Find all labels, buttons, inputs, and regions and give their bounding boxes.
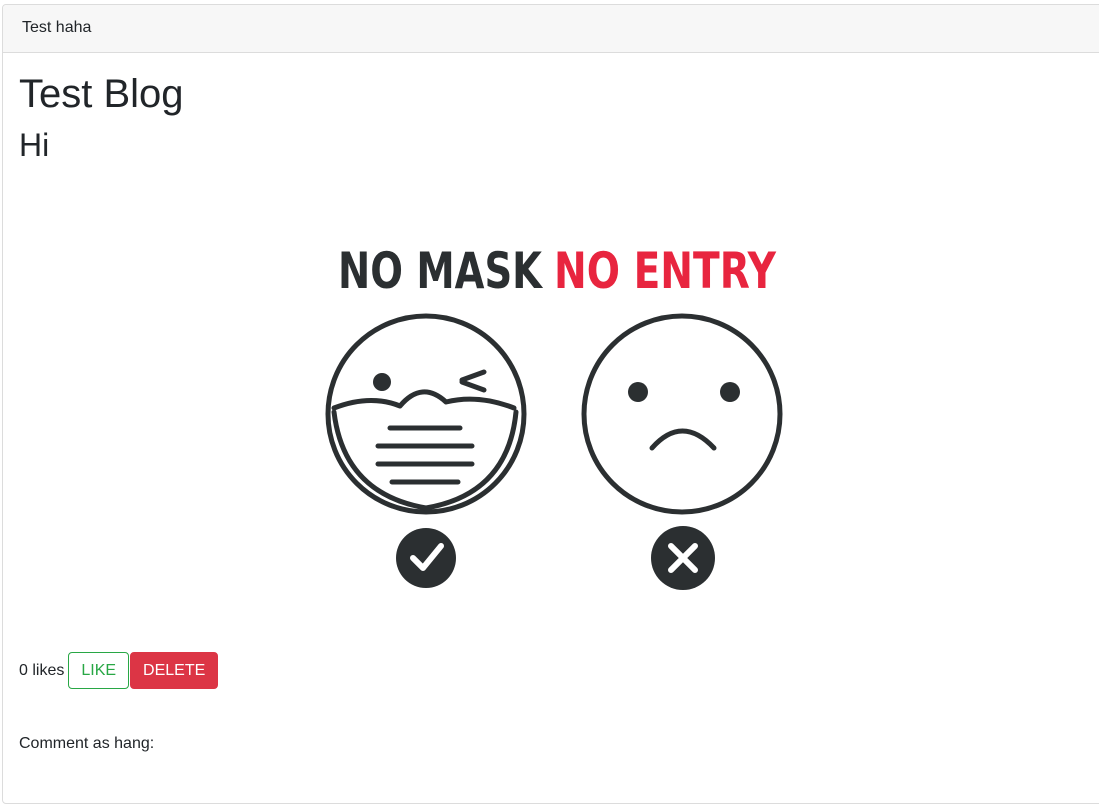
cross-icon [651, 526, 715, 590]
masked-winking-face-icon [325, 313, 527, 515]
checkmark-icon [396, 528, 456, 588]
header-title: Test haha [22, 19, 92, 36]
post-image: NO MASK NO ENTRY [318, 232, 798, 602]
sad-face-icon [581, 313, 783, 515]
like-button[interactable]: LIKE [68, 652, 130, 689]
likes-count: 0 likes [19, 661, 65, 679]
comment-label: Comment as hang: [19, 735, 155, 752]
blog-body: Hi [19, 127, 50, 163]
poster-headline-left: NO MASK [338, 242, 544, 300]
likes-row: 0 likes LIKE DELETE [19, 652, 219, 689]
blog-title: Test Blog [19, 72, 184, 116]
poster-headline-right: NO ENTRY [554, 242, 777, 300]
delete-button[interactable]: DELETE [130, 652, 219, 689]
card-header: Test haha [3, 5, 1099, 53]
